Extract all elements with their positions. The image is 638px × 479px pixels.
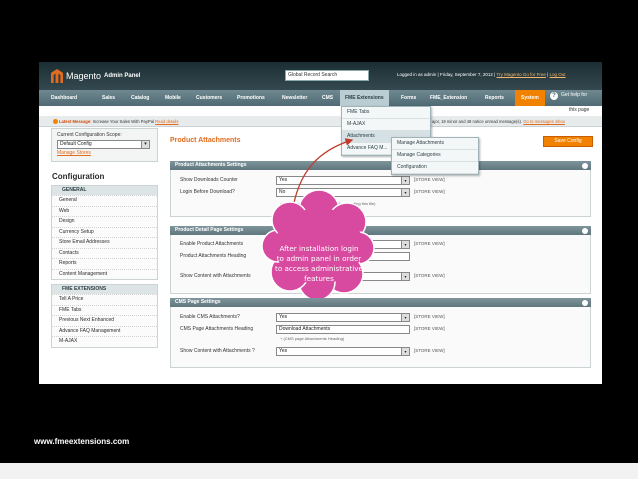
callout-text: After installation login to admin panel … [266, 244, 372, 284]
callout-line: features [304, 274, 334, 283]
callout-line: After installation login [279, 244, 359, 253]
callout-line: to admin panel in order [276, 254, 362, 263]
callout-line: to access administrative [275, 264, 363, 273]
